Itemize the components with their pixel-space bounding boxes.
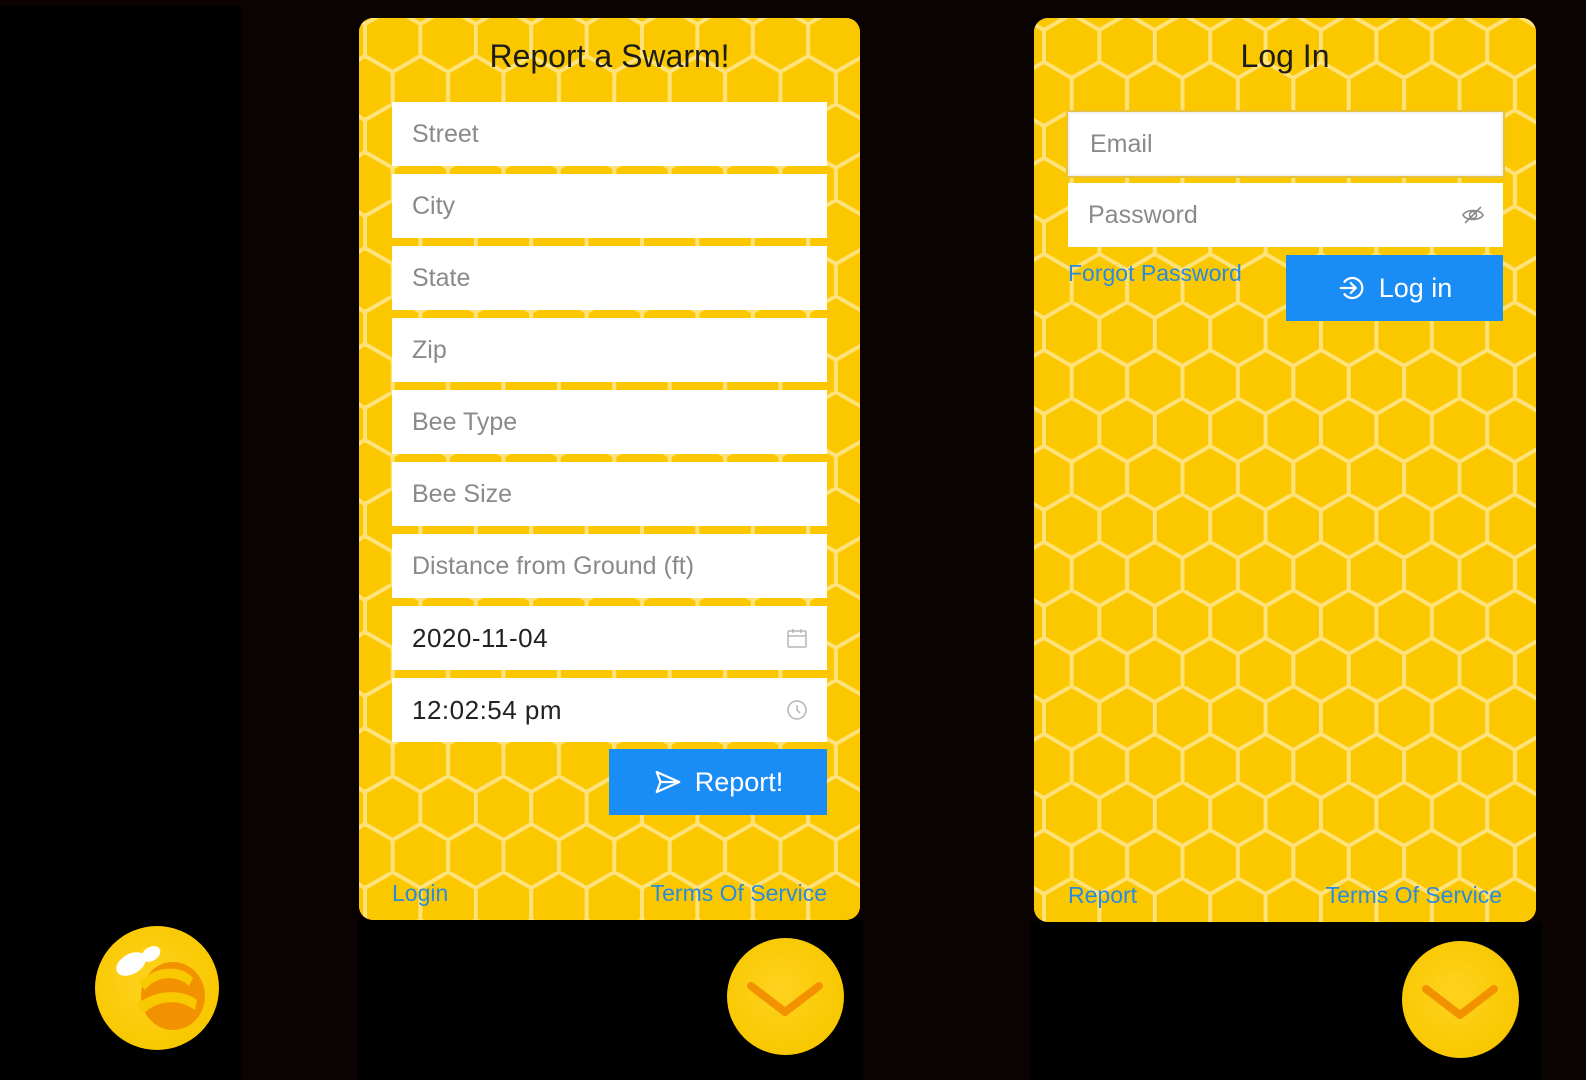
chevron-down-icon (747, 982, 823, 1016)
street-input[interactable]: Street (392, 102, 827, 166)
zip-placeholder: Zip (412, 335, 447, 364)
expand-button[interactable] (1402, 941, 1519, 1058)
email-placeholder: Email (1090, 129, 1153, 158)
state-placeholder: State (412, 263, 471, 292)
report-button-label: Report! (694, 766, 784, 797)
city-placeholder: City (412, 191, 456, 220)
date-value: 2020-11-04 (412, 622, 549, 653)
state-input[interactable]: State (392, 246, 827, 310)
password-placeholder: Password (1088, 200, 1198, 229)
login-link[interactable]: Login (392, 880, 448, 907)
time-picker[interactable]: 12:02:54 pm (392, 678, 827, 742)
forgot-password-link[interactable]: Forgot Password (1068, 260, 1242, 287)
report-link[interactable]: Report (1068, 882, 1137, 909)
terms-of-service-link[interactable]: Terms Of Service (1326, 882, 1502, 909)
terms-of-service-link[interactable]: Terms Of Service (651, 880, 827, 907)
bee-type-placeholder: Bee Type (412, 407, 518, 436)
login-icon (1339, 276, 1364, 300)
bee-logo-icon (116, 946, 205, 1030)
login-card: Log In Email Password Forgot Password Lo… (1034, 18, 1536, 922)
clock-icon[interactable] (785, 698, 809, 722)
report-swarm-card: Report a Swarm! Street City State Zip Be… (359, 18, 860, 920)
street-placeholder: Street (412, 119, 479, 148)
distance-from-ground-input[interactable]: Distance from Ground (ft) (392, 534, 827, 598)
login-button[interactable]: Log in (1286, 255, 1503, 321)
bee-size-placeholder: Bee Size (412, 479, 513, 508)
report-button[interactable]: Report! (609, 749, 827, 815)
expand-button[interactable] (727, 938, 844, 1055)
date-picker[interactable]: 2020-11-04 (392, 606, 827, 670)
page-title: Report a Swarm! (489, 38, 730, 74)
chevron-down-icon (1422, 985, 1498, 1019)
calendar-icon[interactable] (785, 626, 809, 650)
bee-type-input[interactable]: Bee Type (392, 390, 827, 454)
page-title: Log In (1240, 38, 1330, 74)
distance-placeholder: Distance from Ground (ft) (412, 551, 695, 580)
bee-logo-button[interactable] (95, 926, 219, 1050)
bee-size-input[interactable]: Bee Size (392, 462, 827, 526)
email-input[interactable]: Email (1068, 112, 1503, 176)
city-input[interactable]: City (392, 174, 827, 238)
password-input[interactable]: Password (1068, 183, 1503, 247)
eye-off-icon[interactable] (1461, 203, 1485, 227)
left-panel (0, 6, 241, 1080)
zip-input[interactable]: Zip (392, 318, 827, 382)
send-icon (655, 770, 681, 794)
time-value: 12:02:54 pm (412, 694, 563, 725)
login-button-label: Log in (1378, 272, 1453, 303)
